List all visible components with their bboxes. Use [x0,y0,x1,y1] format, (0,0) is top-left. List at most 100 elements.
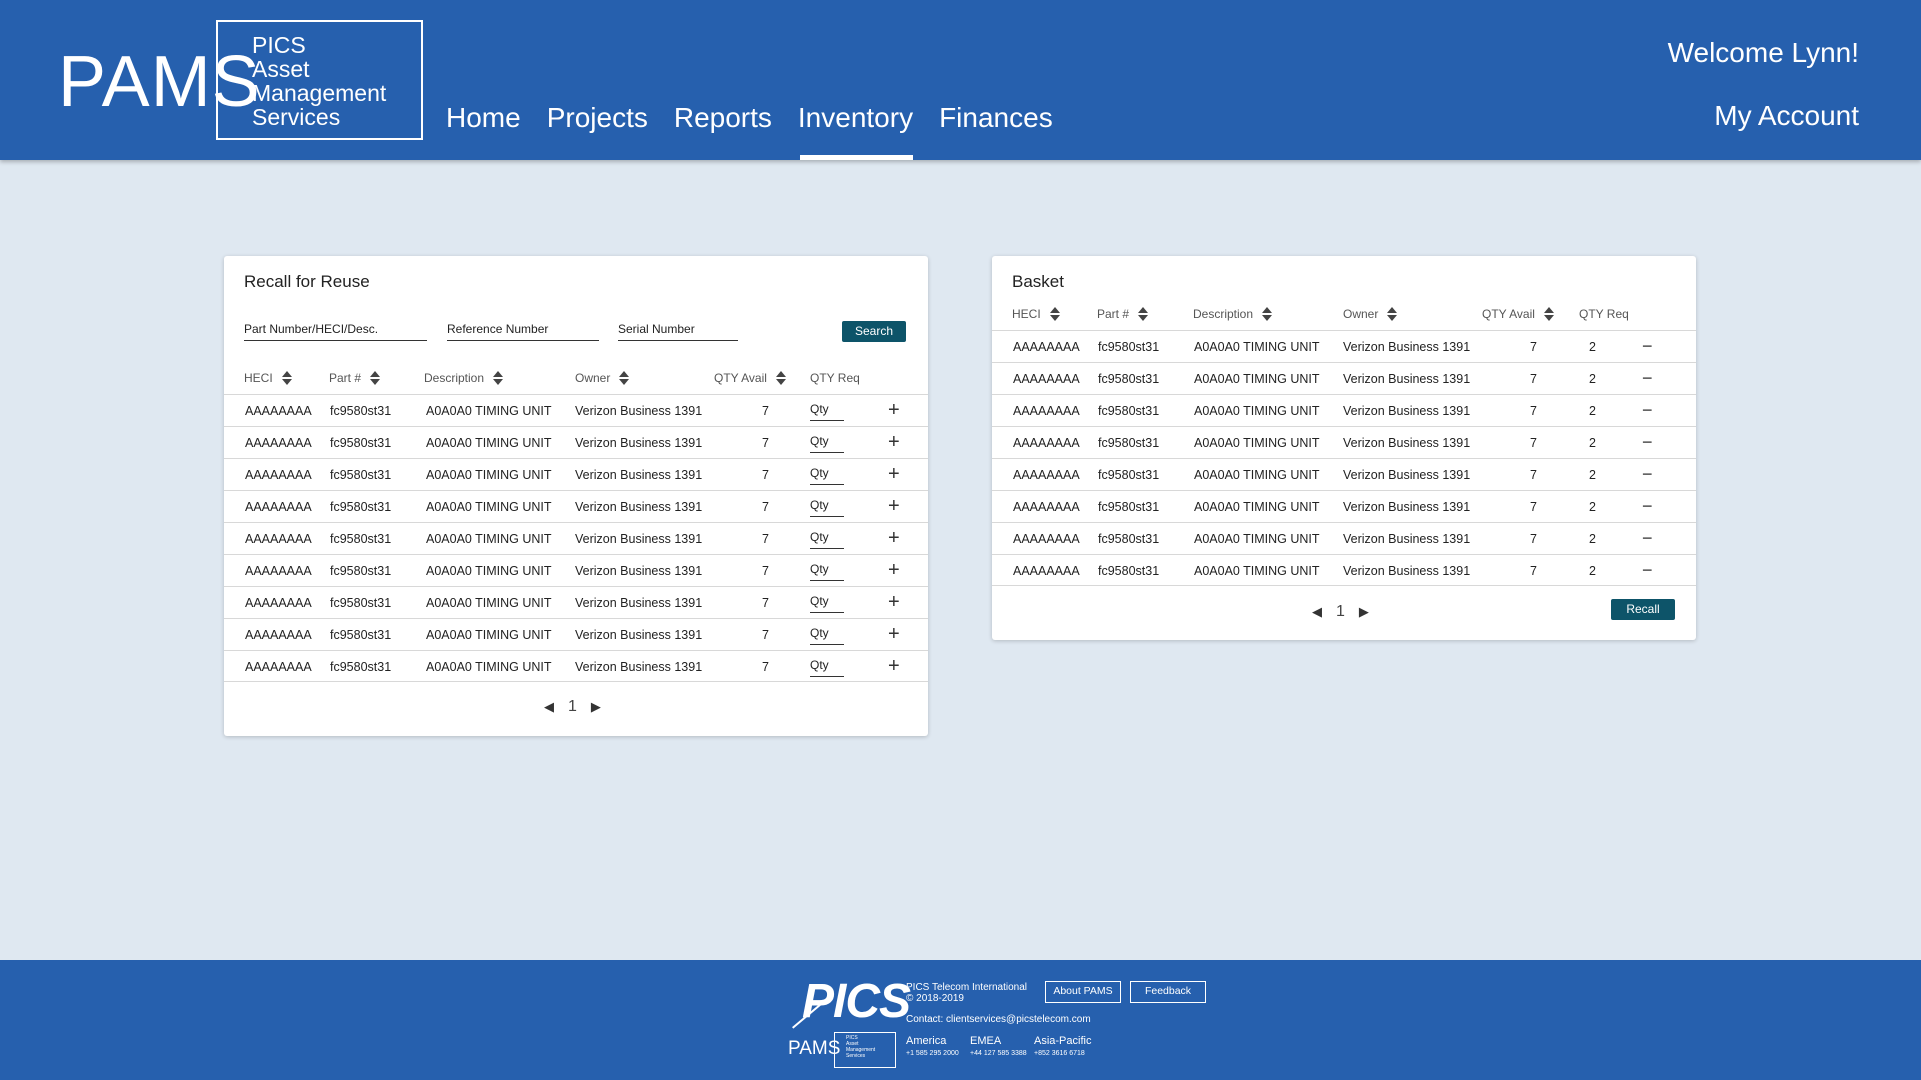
description-cell: A0A0A0 TIMING UNIT [426,628,552,642]
part-cell: fc9580st31 [330,532,392,546]
remove-icon[interactable]: − [1642,331,1653,361]
qty-req-input[interactable]: Qty [810,463,844,485]
prev-page-icon[interactable]: ◀ [544,699,554,715]
nav-reports[interactable]: Reports [674,100,772,160]
next-page-icon[interactable]: ▶ [1359,604,1369,620]
contact-email[interactable]: Contact: clientservices@picstelecom.com [906,1014,1091,1025]
add-icon[interactable]: + [888,427,900,458]
column-part[interactable]: Part # [1097,307,1149,321]
qty-req-input[interactable]: Qty [810,495,844,517]
column-owner[interactable]: Owner [575,371,630,385]
sort-icon[interactable] [281,371,292,385]
table-row: AAAAAAAA fc9580st31 A0A0A0 TIMING UNIT Veri… [992,458,1696,490]
owner-cell: Verizon Business 1391 [575,468,703,482]
heci-cell: AAAAAAAA [1013,500,1080,514]
table-row: AAAAAAAA fc9580st31 A0A0A0 TIMING UNIT Veri… [224,458,928,490]
column-owner[interactable]: Owner [1343,307,1398,321]
company-name: PICS Telecom International [906,982,1027,993]
sort-icon[interactable] [1387,307,1398,321]
qty-req-input[interactable]: Qty [810,655,844,677]
page-number[interactable]: 1 [568,698,577,716]
nav-finances[interactable]: Finances [939,100,1053,160]
add-icon[interactable]: + [888,459,900,490]
sort-icon[interactable] [619,371,630,385]
qty-req-input[interactable]: Qty [810,431,844,453]
column-description[interactable]: Description [1193,307,1273,321]
panel-title: Basket [1012,272,1064,291]
sort-icon[interactable] [1049,307,1060,321]
column-heci[interactable]: HECI [244,371,292,385]
add-icon[interactable]: + [888,395,900,426]
column-heci[interactable]: HECI [1012,307,1060,321]
column-qty-avail[interactable]: QTY Avail [714,371,786,385]
add-icon[interactable]: + [888,651,900,682]
heci-cell: AAAAAAAA [245,500,312,514]
prev-page-icon[interactable]: ◀ [1312,604,1322,620]
sort-icon[interactable] [1543,307,1554,321]
column-label: Part # [1097,307,1130,321]
table-row: AAAAAAAA fc9580st31 A0A0A0 TIMING UNIT Veri… [992,490,1696,522]
remove-icon[interactable]: − [1642,491,1653,521]
region-emea: EMEA [970,1035,1002,1047]
column-part[interactable]: Part # [329,371,381,385]
nav-inventory[interactable]: Inventory [798,100,914,160]
remove-icon[interactable]: − [1642,555,1653,585]
sort-icon[interactable] [493,371,504,385]
add-icon[interactable]: + [888,523,900,554]
phone-america: +1 585 295 2000 [906,1050,959,1057]
part-cell: fc9580st31 [1098,532,1160,546]
recall-button[interactable]: Recall [1611,599,1675,620]
part-cell: fc9580st31 [330,564,392,578]
add-icon[interactable]: + [888,587,900,618]
recall-table-body: AAAAAAAA fc9580st31 A0A0A0 TIMING UNIT Veri… [224,394,928,682]
table-row: AAAAAAAA fc9580st31 A0A0A0 TIMING UNIT Veri… [224,554,928,586]
qty-req-input[interactable]: Qty [810,623,844,645]
sort-icon[interactable] [370,371,381,385]
sort-icon[interactable] [1138,307,1149,321]
qty-req-input[interactable]: Qty [810,399,844,421]
column-label: QTY Avail [714,371,767,385]
column-qty-avail[interactable]: QTY Avail [1482,307,1554,321]
column-description[interactable]: Description [424,371,504,385]
footer-pams-subtitle-box: PICS Asset Management Services [834,1032,896,1068]
add-icon[interactable]: + [888,491,900,522]
remove-icon[interactable]: − [1642,363,1653,393]
page-number[interactable]: 1 [1336,603,1345,621]
part-number-heci-filter[interactable]: Part Number/HECI/Desc. [244,322,427,341]
serial-number-filter[interactable]: Serial Number [618,322,738,341]
qty-req-cell: 2 [1589,436,1596,450]
table-row: AAAAAAAA fc9580st31 A0A0A0 TIMING UNIT Veri… [224,650,928,682]
nav-home[interactable]: Home [446,100,521,160]
phone-emea: +44 127 585 3388 [970,1050,1027,1057]
heci-cell: AAAAAAAA [1013,372,1080,386]
qty-avail-cell: 7 [1530,564,1537,578]
remove-icon[interactable]: − [1642,427,1653,457]
sort-icon[interactable] [775,371,786,385]
search-button[interactable]: Search [842,321,906,342]
next-page-icon[interactable]: ▶ [591,699,601,715]
reference-number-filter[interactable]: Reference Number [447,322,599,341]
remove-icon[interactable]: − [1642,395,1653,425]
qty-req-cell: 2 [1589,564,1596,578]
part-cell: fc9580st31 [1098,436,1160,450]
qty-req-input[interactable]: Qty [810,527,844,549]
sort-icon[interactable] [1262,307,1273,321]
feedback-button[interactable]: Feedback [1130,981,1206,1003]
remove-icon[interactable]: − [1642,523,1653,553]
remove-icon[interactable]: − [1642,459,1653,489]
description-cell: A0A0A0 TIMING UNIT [426,660,552,674]
part-cell: fc9580st31 [330,404,392,418]
table-row: AAAAAAAA fc9580st31 A0A0A0 TIMING UNIT Veri… [224,426,928,458]
region-asia-pacific: Asia-Pacific [1034,1035,1092,1047]
qty-req-input[interactable]: Qty [810,559,844,581]
logo-subtitle-line: PICS [252,32,306,58]
table-row: AAAAAAAA fc9580st31 A0A0A0 TIMING UNIT Veri… [224,490,928,522]
my-account-link[interactable]: My Account [1714,100,1859,132]
qty-req-input[interactable]: Qty [810,591,844,613]
about-pams-button[interactable]: About PAMS [1045,981,1121,1003]
description-cell: A0A0A0 TIMING UNIT [426,468,552,482]
add-icon[interactable]: + [888,555,900,586]
nav-projects[interactable]: Projects [547,100,648,160]
owner-cell: Verizon Business 1391 [575,660,703,674]
add-icon[interactable]: + [888,619,900,650]
